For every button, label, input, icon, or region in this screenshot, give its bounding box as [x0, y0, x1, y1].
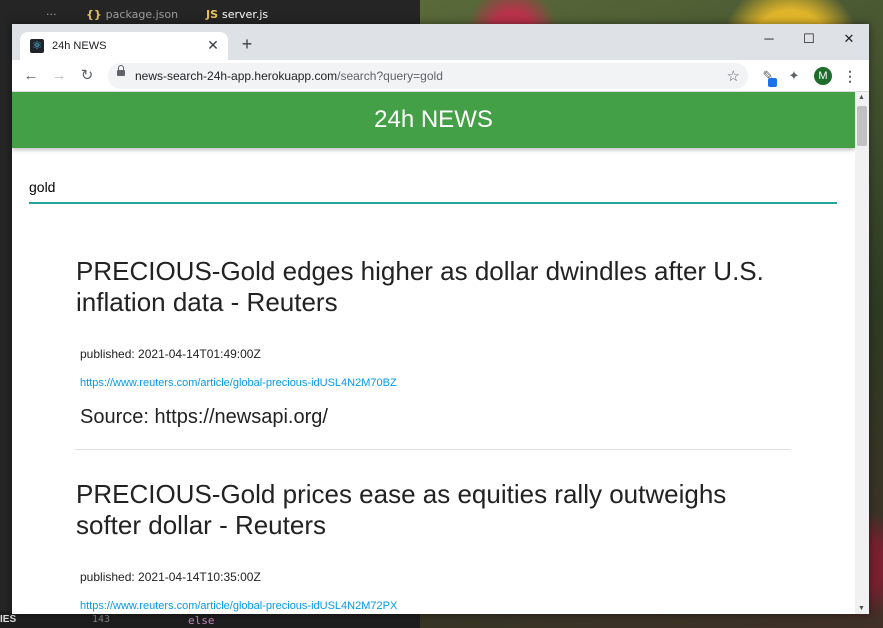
scroll-down-arrow-icon[interactable]: ▼: [858, 605, 865, 612]
browser-menu-icon[interactable]: ⋮: [842, 66, 858, 86]
editor-tab-package-json[interactable]: {} package.json: [86, 8, 178, 21]
article-link[interactable]: https://www.reuters.com/article/global-p…: [80, 600, 397, 612]
search-input[interactable]: [29, 172, 837, 204]
url-text[interactable]: news-search-24h-app.herokuapp.com/search…: [135, 69, 443, 83]
tab-strip: ⚛ 24h NEWS ✕ + ─ ☐ ✕: [12, 24, 869, 60]
new-tab-button[interactable]: +: [236, 33, 258, 55]
maximize-button[interactable]: ☐: [794, 28, 824, 50]
code-line: else: [188, 614, 215, 627]
panel-label: IES: [0, 614, 17, 625]
back-button[interactable]: ←: [20, 65, 42, 87]
page-viewport: 24h NEWS PRECIOUS-Gold edges higher as d…: [12, 92, 855, 614]
article-link[interactable]: https://www.reuters.com/article/global-p…: [80, 377, 397, 389]
article-card: PRECIOUS-Gold prices ease as equities ra…: [76, 479, 792, 612]
article-published-date: published: 2021-04-14T01:49:00Z: [80, 347, 261, 361]
react-favicon-icon: ⚛: [30, 39, 44, 53]
browser-window: ⚛ 24h NEWS ✕ + ─ ☐ ✕ ← → ↻ news-search-2…: [12, 24, 869, 614]
site-title: 24h NEWS: [374, 106, 493, 133]
bookmark-star-icon[interactable]: ☆: [727, 67, 740, 85]
editor-tab-server-js[interactable]: JS server.js: [206, 8, 268, 21]
js-file-icon: JS: [206, 8, 219, 21]
browser-tab[interactable]: ⚛ 24h NEWS ✕: [20, 32, 228, 60]
extension-pen-icon[interactable]: ✎: [758, 66, 778, 87]
scrollbar-thumb[interactable]: [857, 106, 867, 146]
editor-more-icon[interactable]: ···: [46, 8, 57, 21]
page-scrollbar[interactable]: ▲ ▼: [855, 92, 869, 614]
profile-avatar[interactable]: M: [814, 67, 832, 85]
line-number: 143: [92, 614, 111, 625]
reload-button[interactable]: ↻: [76, 65, 98, 87]
extensions-puzzle-icon[interactable]: ✦: [784, 66, 804, 86]
tab-title: 24h NEWS: [52, 40, 107, 52]
editor-bottom-strip: IES 143 else: [0, 612, 420, 628]
close-window-button[interactable]: ✕: [834, 28, 864, 50]
site-header: 24h NEWS: [12, 92, 855, 148]
browser-toolbar: ← → ↻ news-search-24h-app.herokuapp.com/…: [12, 60, 869, 92]
article-card: PRECIOUS-Gold edges higher as dollar dwi…: [76, 256, 792, 428]
json-file-icon: {}: [86, 8, 102, 21]
article-divider: [75, 449, 791, 450]
editor-explorer-strip: [0, 28, 12, 628]
close-tab-icon[interactable]: ✕: [204, 36, 222, 54]
forward-button[interactable]: →: [48, 65, 70, 87]
article-published-date: published: 2021-04-14T10:35:00Z: [80, 570, 261, 584]
article-source: Source: https://newsapi.org/: [80, 406, 328, 428]
article-title[interactable]: PRECIOUS-Gold prices ease as equities ra…: [76, 479, 792, 541]
lock-icon[interactable]: [117, 65, 125, 76]
minimize-button[interactable]: ─: [754, 28, 784, 50]
extension-badge: [768, 78, 777, 87]
scroll-up-arrow-icon[interactable]: ▲: [858, 94, 865, 101]
address-bar[interactable]: news-search-24h-app.herokuapp.com/search…: [108, 63, 748, 89]
article-title[interactable]: PRECIOUS-Gold edges higher as dollar dwi…: [76, 256, 792, 318]
